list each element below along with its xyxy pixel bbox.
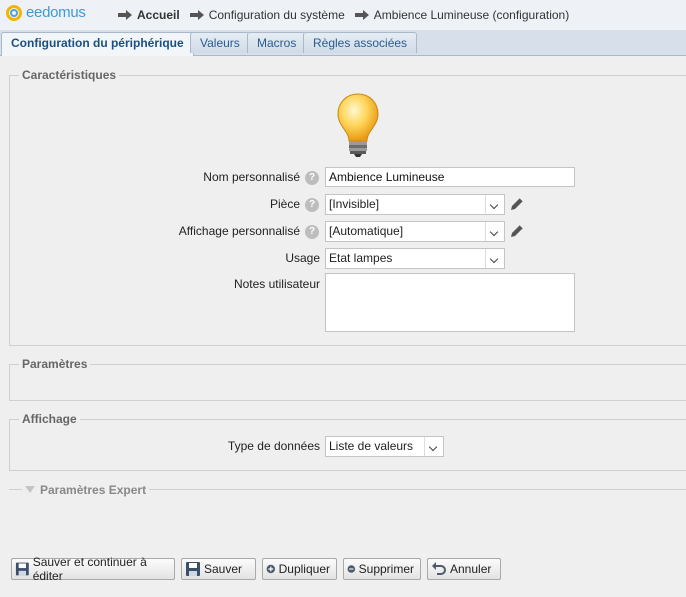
- breadcrumb-label: Configuration du système: [208, 8, 345, 22]
- piece-select-value: [Invisible]: [329, 197, 380, 211]
- tab-valeurs[interactable]: Valeurs: [190, 32, 250, 53]
- save-button[interactable]: Sauver: [181, 558, 256, 580]
- arrow-right-icon: [118, 10, 132, 20]
- cancel-button[interactable]: Annuler: [427, 558, 501, 580]
- duplicate-label: Dupliquer: [278, 562, 330, 576]
- save-and-continue-button[interactable]: Sauver et continuer à éditer: [11, 555, 175, 583]
- lightbulb-icon: [337, 93, 379, 157]
- usage-select-value: Etat lampes: [329, 251, 393, 265]
- nom-personnalise-input[interactable]: Ambience Lumineuse: [325, 167, 575, 187]
- affichage-select[interactable]: [Automatique]: [325, 221, 505, 242]
- label-nom-personnalise: Nom personnalisé: [203, 170, 300, 184]
- chevron-down-icon: [485, 249, 504, 268]
- logo-icon: [6, 4, 22, 21]
- cancel-label: Annuler: [450, 562, 492, 576]
- chevron-down-icon: [485, 195, 504, 214]
- breadcrumb-item-current: Ambience Lumineuse (configuration): [354, 8, 570, 22]
- delete-button[interactable]: Supprimer: [343, 558, 421, 580]
- label-usage: Usage: [285, 251, 320, 265]
- expert-toggle[interactable]: Paramètres Expert: [22, 483, 150, 497]
- legend-parametres: Paramètres: [19, 357, 91, 371]
- pencil-icon[interactable]: [509, 223, 525, 239]
- label-notes-utilisateur: Notes utilisateur: [233, 277, 320, 291]
- floppy-disk-icon: [186, 562, 200, 576]
- tab-bar: Configuration du périphérique Valeurs Ma…: [0, 30, 686, 56]
- pencil-icon[interactable]: [509, 196, 525, 212]
- chevron-down-icon: [485, 222, 504, 241]
- triangle-down-icon: [25, 486, 35, 493]
- minus-circle-icon: [347, 565, 356, 573]
- undo-icon: [432, 562, 446, 575]
- save-and-continue-label: Sauver et continuer à éditer: [32, 555, 147, 583]
- legend-parametres-expert: Paramètres Expert: [40, 483, 147, 497]
- arrow-right-icon: [189, 10, 204, 20]
- breadcrumb-item-system[interactable]: Configuration du système: [189, 8, 345, 22]
- notes-utilisateur-textarea[interactable]: [325, 273, 575, 332]
- label-affichage-personnalise: Affichage personnalisé: [178, 224, 300, 238]
- eedomus-logo[interactable]: eedomus: [6, 4, 86, 21]
- breadcrumb-item-home[interactable]: Accueil: [118, 8, 180, 22]
- plus-circle-icon: [266, 564, 276, 574]
- tab-configuration[interactable]: Configuration du périphérique: [1, 32, 194, 56]
- chevron-down-icon: [424, 437, 443, 456]
- label-piece: Pièce: [269, 197, 300, 211]
- top-bar: eedomus Accueil Configuration du système…: [0, 0, 686, 30]
- type-donnees-select[interactable]: Liste de valeurs: [325, 436, 444, 457]
- help-icon[interactable]: ?: [305, 198, 319, 212]
- breadcrumb: Accueil Configuration du système Ambienc…: [118, 8, 579, 22]
- breadcrumb-label: Ambience Lumineuse (configuration): [373, 8, 570, 22]
- legend-caracteristiques: Caractéristiques: [19, 68, 120, 82]
- label-type-donnees: Type de données: [227, 439, 320, 453]
- usage-select[interactable]: Etat lampes: [325, 248, 505, 269]
- tab-regles[interactable]: Règles associées: [303, 32, 418, 53]
- floppy-disk-icon: [15, 562, 29, 576]
- arrow-right-icon: [354, 10, 369, 20]
- help-icon[interactable]: ?: [305, 225, 319, 239]
- breadcrumb-label: Accueil: [137, 8, 180, 22]
- piece-select[interactable]: [Invisible]: [325, 194, 505, 215]
- logo-text: eedomus: [26, 4, 86, 21]
- legend-affichage: Affichage: [19, 412, 80, 426]
- fieldset-parametres: Paramètres: [9, 357, 686, 401]
- delete-label: Supprimer: [358, 562, 414, 576]
- tab-macros[interactable]: Macros: [247, 32, 307, 53]
- save-label: Sauver: [204, 562, 243, 576]
- help-icon[interactable]: ?: [305, 171, 319, 185]
- duplicate-button[interactable]: Dupliquer: [262, 558, 337, 580]
- type-donnees-value: Liste de valeurs: [329, 439, 414, 453]
- affichage-select-value: [Automatique]: [329, 224, 404, 238]
